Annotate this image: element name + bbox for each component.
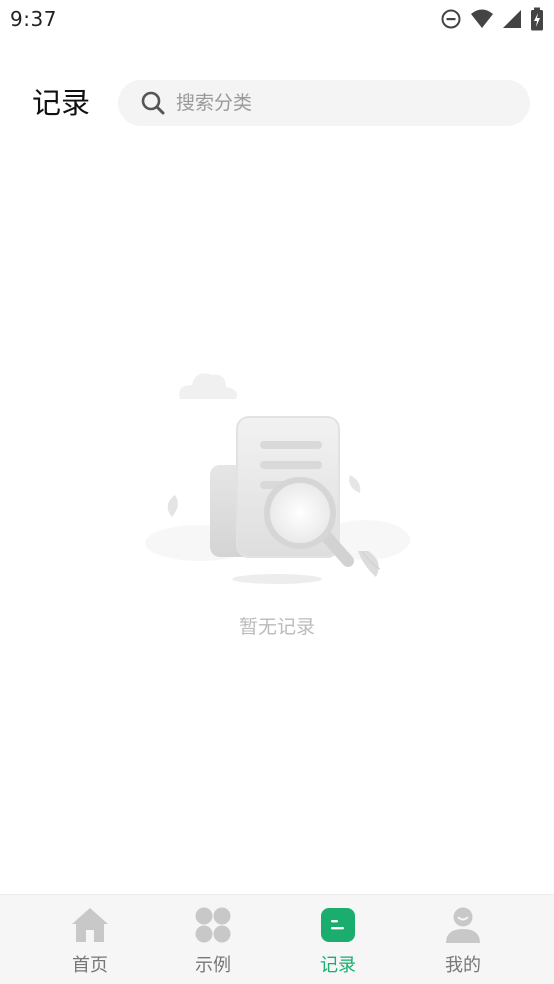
header: 记录 <box>0 78 554 128</box>
nav-label-profile: 我的 <box>445 955 481 976</box>
home-icon <box>72 908 108 942</box>
page-title: 记录 <box>32 86 91 120</box>
bottom-nav: 首页 示例 记录 我的 <box>0 894 554 984</box>
search-input[interactable] <box>174 91 498 115</box>
status-icons <box>440 7 544 31</box>
wifi-icon <box>471 9 493 28</box>
status-bar: 9:37 <box>0 0 554 38</box>
nav-item-home[interactable]: 首页 <box>50 905 130 981</box>
battery-charging-icon <box>531 7 543 31</box>
empty-state-message: 暂无记录 <box>238 616 315 638</box>
search-bar[interactable] <box>118 80 530 126</box>
nav-item-examples[interactable]: 示例 <box>173 905 253 981</box>
signal-icon <box>503 10 521 28</box>
status-time: 9:37 <box>10 7 57 31</box>
profile-icon <box>446 907 480 943</box>
document-magnifier-illustration <box>145 373 410 584</box>
records-icon <box>321 908 355 942</box>
records-page: 9:37 记录 搜索分类 暂无记录 首页 示例 记录 我的 <box>0 0 554 984</box>
nav-label-records: 记录 <box>320 955 356 976</box>
do-not-disturb-icon <box>441 9 461 29</box>
grid-icon <box>195 907 231 943</box>
nav-label-examples: 示例 <box>195 955 231 976</box>
nav-item-records[interactable]: 记录 <box>298 905 378 981</box>
nav-label-home: 首页 <box>72 955 108 976</box>
nav-item-profile[interactable]: 我的 <box>423 905 503 981</box>
search-icon <box>141 91 165 115</box>
